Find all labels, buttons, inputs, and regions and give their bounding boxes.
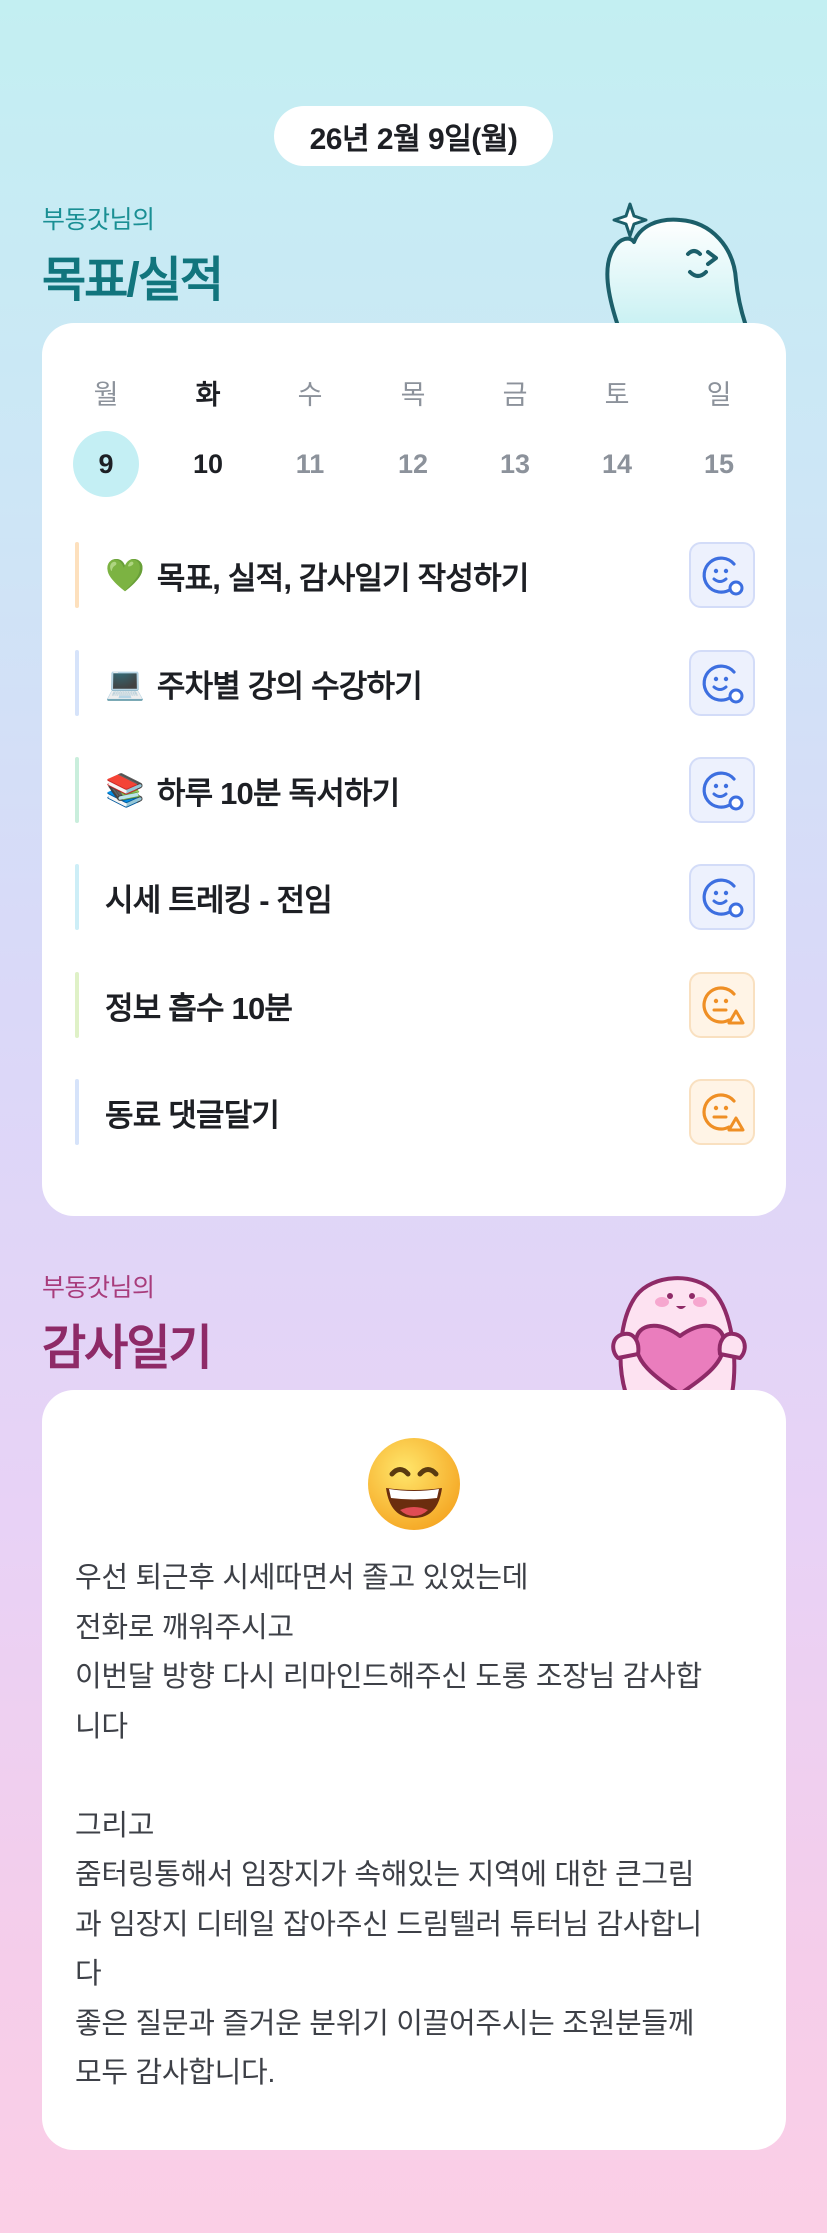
status-button-done[interactable] <box>689 542 755 608</box>
goals-title: 목표/실적 <box>42 254 224 307</box>
task-label: 목표, 실적, 감사일기 작성하기 <box>156 560 530 596</box>
date-11[interactable]: 11 <box>277 431 343 497</box>
date-12[interactable]: 12 <box>380 431 446 497</box>
status-button-done[interactable] <box>689 757 755 823</box>
goals-subtitle: 부동갓님의 <box>42 206 155 234</box>
status-button-done[interactable] <box>689 650 755 716</box>
task-item[interactable]: 시세 트레킹 - 전임 <box>75 863 755 931</box>
task-color-bar <box>75 1079 79 1145</box>
smile-check-icon <box>702 664 744 704</box>
date-15[interactable]: 15 <box>686 431 752 497</box>
task-color-bar <box>75 864 79 930</box>
status-button-partial[interactable] <box>689 1079 755 1145</box>
weekday-mon: 월 <box>93 380 119 410</box>
weekday-fri: 금 <box>502 380 528 410</box>
gratitude-subtitle: 부동갓님의 <box>42 1274 155 1302</box>
smile-check-icon <box>702 771 744 811</box>
weekday-sat: 토 <box>604 380 630 410</box>
task-item[interactable]: 💻 주차별 강의 수강하기 <box>75 649 755 717</box>
date-13[interactable]: 13 <box>482 431 548 497</box>
green-heart-icon: 💚 <box>105 557 145 593</box>
gratitude-card: 우선 퇴근후 시세따면서 졸고 있었는데 전화로 깨워주시고 이번달 방향 다시… <box>42 1390 786 2150</box>
date-14[interactable]: 14 <box>584 431 650 497</box>
status-button-partial[interactable] <box>689 972 755 1038</box>
gratitude-diary-text: 우선 퇴근후 시세따면서 졸고 있었는데 전화로 깨워주시고 이번달 방향 다시… <box>75 1562 702 2089</box>
smile-warning-icon <box>702 1093 745 1132</box>
laptop-icon: 💻 <box>105 665 145 701</box>
task-item[interactable]: 동료 댓글달기 <box>75 1078 755 1146</box>
date-9[interactable]: 9 <box>73 431 139 497</box>
gratitude-title: 감사일기 <box>42 1322 213 1375</box>
task-color-bar <box>75 972 79 1038</box>
task-label: 정보 흡수 10분 <box>105 990 293 1026</box>
weekday-tue: 화 <box>195 380 221 410</box>
task-label: 동료 댓글달기 <box>105 1097 280 1133</box>
task-label: 하루 10분 독서하기 <box>156 775 400 811</box>
date-pill[interactable]: 26년 2월 9일(월) <box>274 106 553 166</box>
weekday-sun: 일 <box>706 380 732 410</box>
grinning-face-icon <box>368 1438 460 1530</box>
weekday-wed: 수 <box>297 380 323 410</box>
smile-check-icon <box>702 556 744 596</box>
task-color-bar <box>75 542 79 608</box>
status-button-done[interactable] <box>689 864 755 930</box>
pink-mascot-illustration <box>611 1276 747 1392</box>
task-label: 시세 트레킹 - 전임 <box>105 882 333 918</box>
goals-section-header: 부동갓님의 목표/실적 <box>42 200 224 310</box>
date-10[interactable]: 10 <box>175 431 241 497</box>
books-icon: 📚 <box>105 772 145 808</box>
task-color-bar <box>75 757 79 823</box>
task-label: 주차별 강의 수강하기 <box>156 668 423 704</box>
task-item[interactable]: 💚 목표, 실적, 감사일기 작성하기 <box>75 541 755 609</box>
task-item[interactable]: 📚 하루 10분 독서하기 <box>75 756 755 824</box>
task-item[interactable]: 정보 흡수 10분 <box>75 971 755 1039</box>
page: { "header": { "date": "26년 2월 9일(월)" }, … <box>0 0 827 2233</box>
blue-mascot-illustration <box>605 202 748 324</box>
gratitude-section-header: 부동갓님의 감사일기 <box>42 1268 213 1378</box>
task-color-bar <box>75 650 79 716</box>
goals-card: 월 화 수 목 금 토 일 9 10 11 12 13 14 15 💚 목표, … <box>42 323 786 1216</box>
smile-warning-icon <box>702 986 745 1025</box>
smile-check-icon <box>702 878 744 918</box>
weekday-thu: 목 <box>400 380 426 410</box>
current-date: 26년 2월 9일(월) <box>309 123 518 156</box>
